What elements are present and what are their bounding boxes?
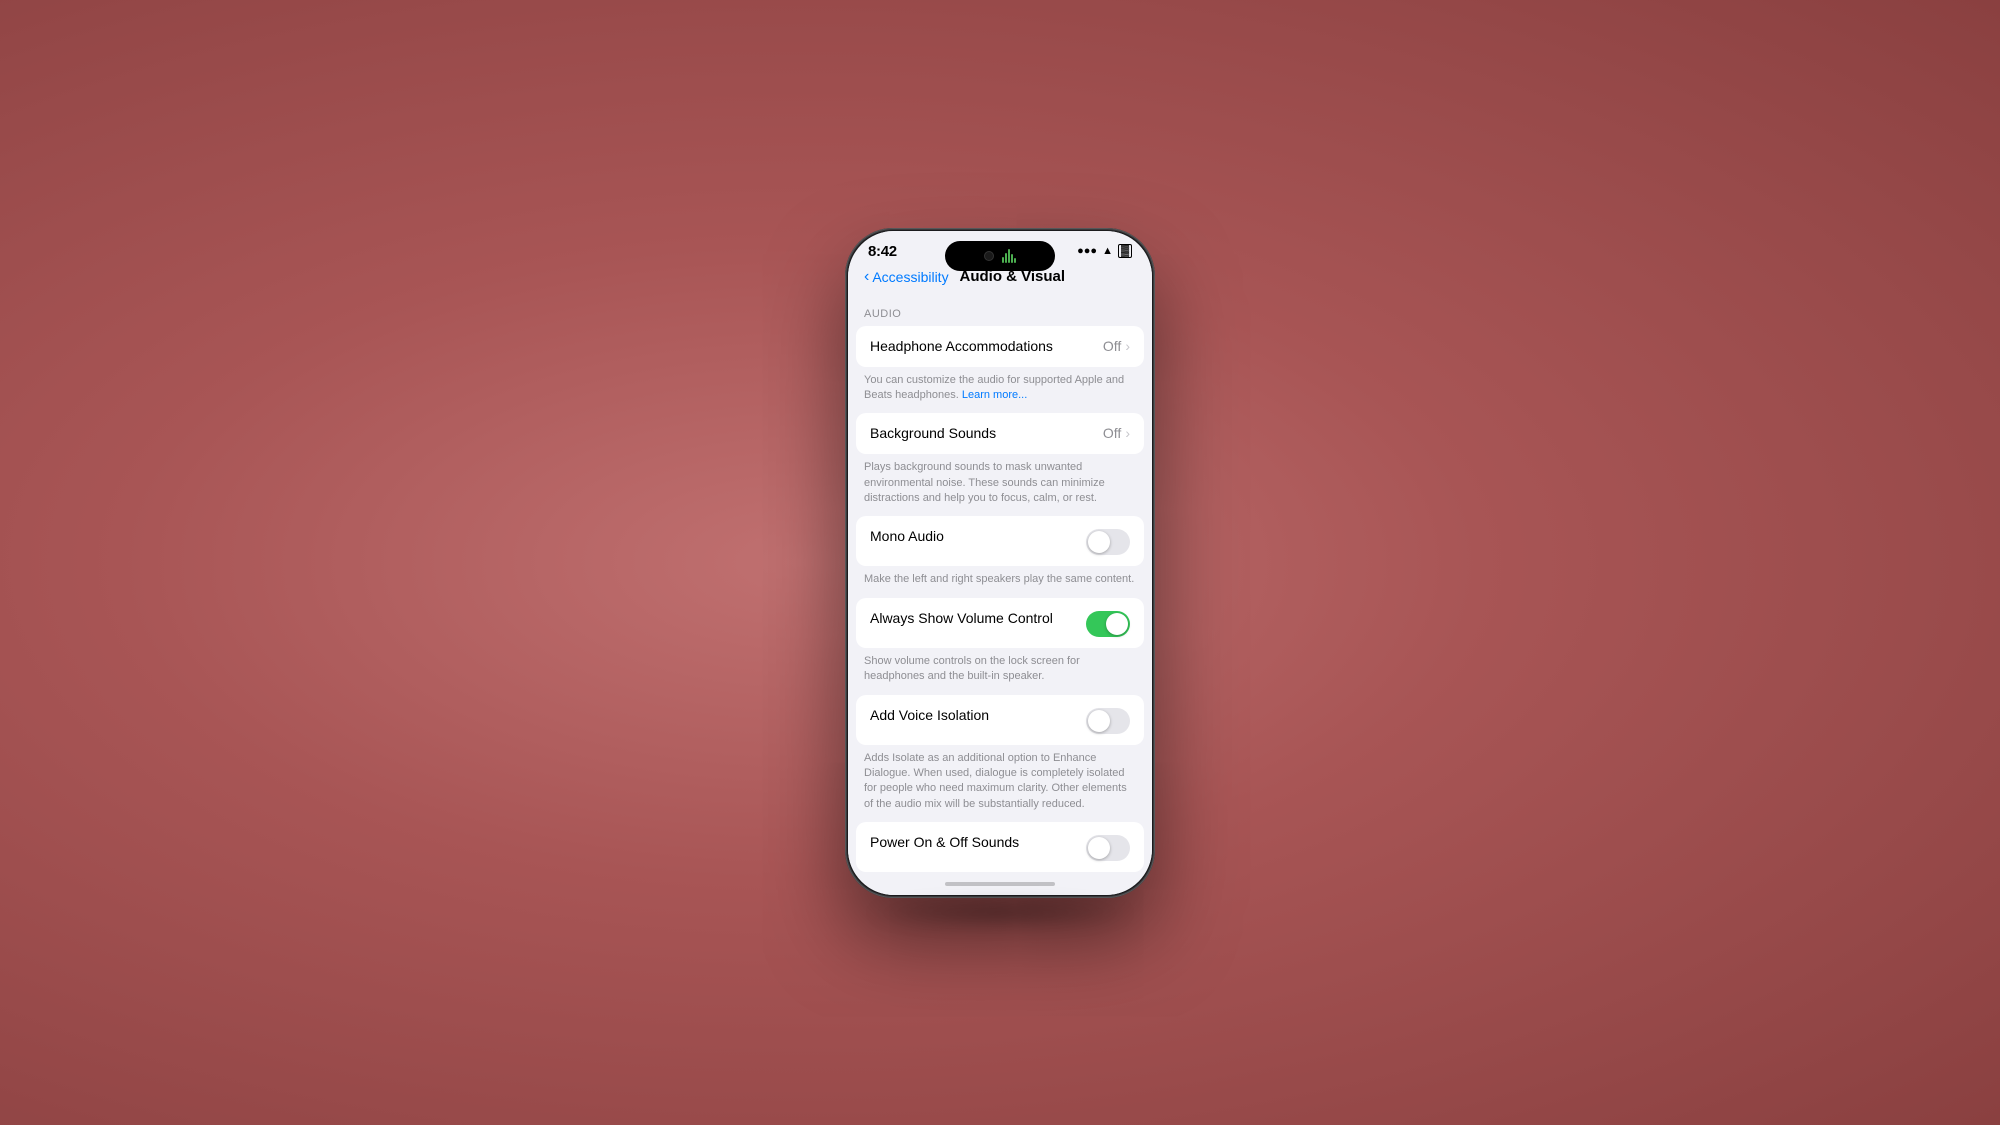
phone-frame: 8:42 ●●● ▲ ▓ [845, 228, 1155, 898]
add-voice-isolation-desc: Adds Isolate as an additional option to … [848, 745, 1152, 823]
toggle-knob [1088, 710, 1110, 732]
section-label-audio: AUDIO [848, 294, 1152, 326]
wifi-icon: ▲ [1102, 245, 1113, 257]
chevron-right-icon: › [1125, 425, 1130, 441]
row-add-voice-isolation[interactable]: Add Voice Isolation [856, 695, 1144, 745]
mono-audio-toggle[interactable] [1086, 529, 1130, 555]
headphone-accommodations-desc: You can customize the audio for supporte… [848, 367, 1152, 414]
headphone-accommodations-label: Headphone Accommodations [870, 338, 1053, 354]
group-add-voice-isolation: Add Voice Isolation [856, 695, 1144, 745]
group-always-show-volume: Always Show Volume Control [856, 598, 1144, 648]
always-show-volume-desc: Show volume controls on the lock screen … [848, 648, 1152, 695]
row-right [1086, 707, 1130, 734]
row-right [1086, 834, 1130, 861]
back-label[interactable]: Accessibility [872, 269, 948, 285]
audio-bars [1002, 249, 1016, 263]
add-voice-isolation-toggle[interactable] [1086, 708, 1130, 734]
group-background-sounds: Background Sounds Off › [856, 413, 1144, 454]
background-sounds-desc: Plays background sounds to mask unwanted… [848, 454, 1152, 516]
chevron-right-icon: › [1125, 338, 1130, 354]
back-chevron-icon: ‹ [864, 268, 869, 286]
row-right: Off › [1103, 425, 1130, 441]
group-mono-audio: Mono Audio [856, 516, 1144, 566]
toggle-knob [1088, 531, 1110, 553]
row-mono-audio[interactable]: Mono Audio [856, 516, 1144, 566]
nav-title: Audio & Visual [949, 268, 1076, 285]
home-indicator [848, 873, 1152, 895]
back-button[interactable]: ‹ Accessibility [864, 268, 949, 286]
status-time: 8:42 [868, 243, 897, 260]
row-right [1086, 528, 1130, 555]
battery-icon: ▓ [1118, 244, 1132, 258]
add-voice-isolation-label: Add Voice Isolation [870, 707, 989, 723]
mono-audio-desc: Make the left and right speakers play th… [848, 566, 1152, 597]
row-power-on-off-sounds[interactable]: Power On & Off Sounds [856, 822, 1144, 872]
dynamic-island [945, 241, 1055, 271]
settings-content[interactable]: AUDIO Headphone Accommodations Off › [848, 294, 1152, 873]
row-background-sounds[interactable]: Background Sounds Off › [856, 413, 1144, 454]
row-always-show-volume[interactable]: Always Show Volume Control [856, 598, 1144, 648]
row-right: Off › [1103, 338, 1130, 354]
status-icons: ●●● ▲ ▓ [1077, 244, 1132, 258]
phone-screen: 8:42 ●●● ▲ ▓ [848, 231, 1152, 895]
status-bar: 8:42 ●●● ▲ ▓ [848, 231, 1152, 264]
always-show-volume-toggle[interactable] [1086, 611, 1130, 637]
always-show-volume-label: Always Show Volume Control [870, 610, 1053, 626]
row-content: Headphone Accommodations [870, 337, 1103, 356]
background-sounds-value: Off [1103, 425, 1121, 441]
camera-indicator [984, 251, 994, 261]
power-on-off-sounds-label: Power On & Off Sounds [870, 834, 1019, 850]
background-sounds-label: Background Sounds [870, 425, 996, 441]
row-content: Power On & Off Sounds [870, 833, 1086, 852]
row-content: Background Sounds [870, 424, 1103, 443]
toggle-knob [1088, 837, 1110, 859]
group-headphone-accommodations: Headphone Accommodations Off › [856, 326, 1144, 367]
signal-icon: ●●● [1077, 245, 1097, 257]
toggle-knob [1106, 613, 1128, 635]
row-content: Add Voice Isolation [870, 706, 1086, 725]
row-content: Mono Audio [870, 527, 1086, 546]
learn-more-link[interactable]: Learn more... [962, 389, 1027, 401]
home-bar [945, 882, 1055, 886]
row-right [1086, 610, 1130, 637]
mono-audio-label: Mono Audio [870, 528, 944, 544]
headphone-accommodations-value: Off [1103, 338, 1121, 354]
row-headphone-accommodations[interactable]: Headphone Accommodations Off › [856, 326, 1144, 367]
power-on-off-sounds-toggle[interactable] [1086, 835, 1130, 861]
group-power-on-off-sounds: Power On & Off Sounds [856, 822, 1144, 872]
phone-wrapper: 8:42 ●●● ▲ ▓ [845, 228, 1155, 898]
row-content: Always Show Volume Control [870, 609, 1086, 628]
